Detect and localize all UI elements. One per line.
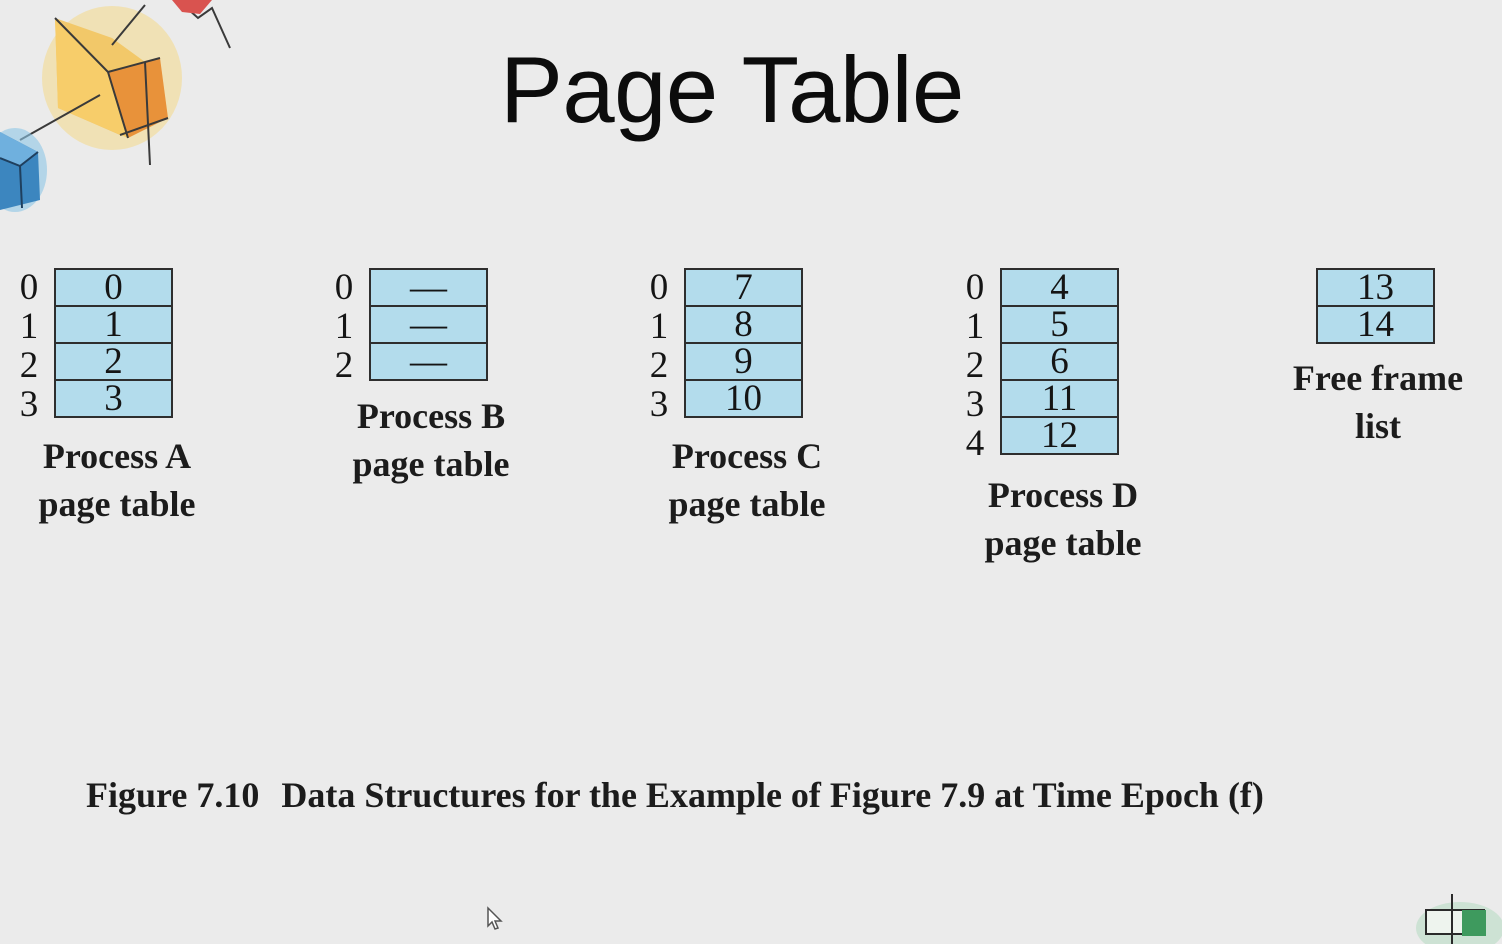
caption-line: list	[1354, 406, 1401, 446]
page-index: 1	[649, 306, 669, 347]
caption-line: Process C	[671, 436, 823, 476]
mouse-pointer-icon	[487, 906, 503, 930]
caption-line: page table	[984, 523, 1142, 563]
page-index: 3	[965, 384, 985, 425]
figure-caption: Figure 7.10 Data Structures for the Examp…	[86, 774, 1264, 816]
frame-cell: 12	[1000, 416, 1119, 455]
page-index: 2	[965, 345, 985, 386]
frame-cell: 0	[54, 268, 173, 307]
decorative-corner-illustration	[1416, 894, 1502, 944]
frame-cell: 7	[684, 268, 803, 307]
caption-line: page table	[352, 444, 510, 484]
frame-cell: 11	[1000, 379, 1119, 418]
process-b-caption: Process B page table	[301, 392, 561, 488]
frame-cell: 2	[54, 342, 173, 381]
frame-cell: —	[369, 268, 488, 307]
process-c-caption: Process C page table	[617, 432, 877, 528]
process-a-caption: Process A page table	[0, 432, 247, 528]
frame-cell: 4	[1000, 268, 1119, 307]
figure-caption-text: Data Structures for the Example of Figur…	[281, 775, 1264, 815]
process-d-caption: Process D page table	[933, 471, 1193, 567]
caption-line: page table	[668, 484, 826, 524]
page-index: 1	[334, 306, 354, 347]
frame-cell: 5	[1000, 305, 1119, 344]
frame-cell: 1	[54, 305, 173, 344]
page-index: 2	[19, 345, 39, 386]
figure-number: Figure 7.10	[86, 775, 260, 815]
page-index: 0	[649, 267, 669, 308]
frame-cell: 14	[1316, 305, 1435, 344]
free-frame-cells: 13 14	[1316, 268, 1435, 344]
page-index: 0	[965, 267, 985, 308]
page-index: 3	[649, 384, 669, 425]
page-index: 1	[965, 306, 985, 347]
frame-cell: 10	[684, 379, 803, 418]
page-index: 0	[334, 267, 354, 308]
page-index: 4	[965, 423, 985, 464]
frame-cell: 3	[54, 379, 173, 418]
caption-line: Free frame	[1292, 358, 1464, 398]
slide-title: Page Table	[500, 37, 964, 142]
free-frame-list-caption: Free frame list	[1248, 354, 1502, 450]
frame-cell: 8	[684, 305, 803, 344]
page-table-cells: 0 1 2 3	[54, 268, 173, 418]
frame-cell: 6	[1000, 342, 1119, 381]
frame-cell: 13	[1316, 268, 1435, 307]
frame-cell: —	[369, 305, 488, 344]
caption-line: Process B	[356, 396, 506, 436]
page-table-cells: 7 8 9 10	[684, 268, 803, 418]
page-index: 0	[19, 267, 39, 308]
caption-line: Process D	[987, 475, 1139, 515]
page-index: 1	[19, 306, 39, 347]
page-index: 2	[649, 345, 669, 386]
frame-cell: —	[369, 342, 488, 381]
caption-line: page table	[38, 484, 196, 524]
page-table-cells: — — —	[369, 268, 488, 381]
frame-cell: 9	[684, 342, 803, 381]
page-table-cells: 4 5 6 11 12	[1000, 268, 1119, 455]
page-index: 3	[19, 384, 39, 425]
caption-line: Process A	[42, 436, 192, 476]
page-index: 2	[334, 345, 354, 386]
